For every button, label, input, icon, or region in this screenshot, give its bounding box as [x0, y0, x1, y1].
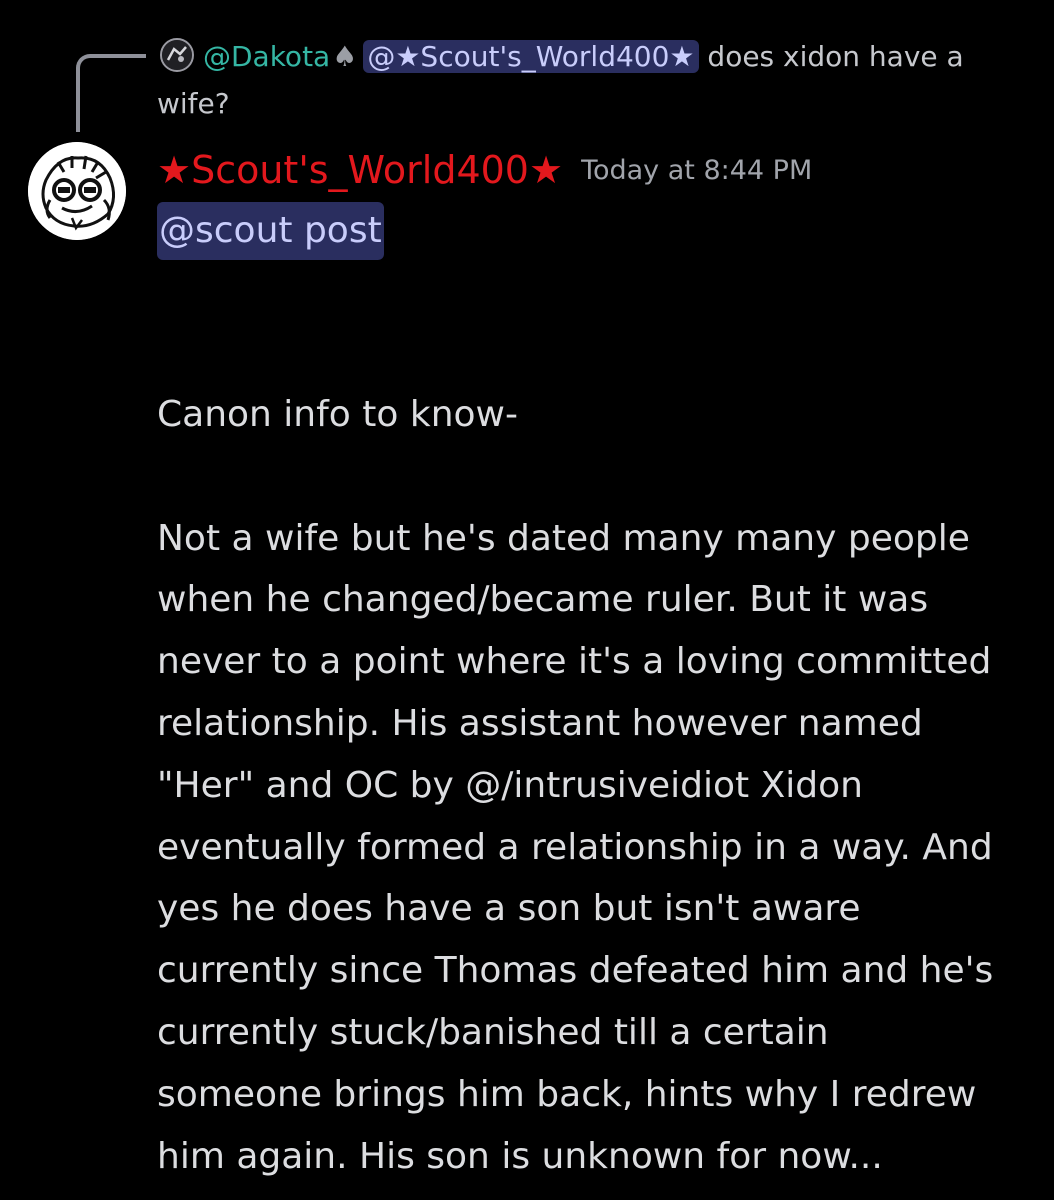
- reply-text-part1: does xidon have a: [698, 40, 964, 73]
- reply-connector-line: [76, 54, 146, 132]
- message-heading: Canon info to know-: [157, 394, 518, 435]
- author-name[interactable]: ★Scout's_World400★: [157, 148, 563, 192]
- reply-preview[interactable]: @Dakota♠ @★Scout's_World400★ does xidon h…: [157, 33, 1037, 127]
- role-mention[interactable]: @scout post: [157, 202, 384, 260]
- message-timestamp: Today at 8:44 PM: [581, 154, 813, 186]
- avatar-drawing-image: [28, 142, 126, 240]
- reply-user-mention[interactable]: @★Scout's_World400★: [363, 40, 699, 73]
- reply-author-name[interactable]: @Dakota: [203, 40, 330, 73]
- message-header: ★Scout's_World400★ Today at 8:44 PM: [157, 148, 812, 204]
- message-content: Canon info to know- Not a wife but he's …: [157, 384, 1037, 1187]
- author-avatar[interactable]: [28, 142, 126, 240]
- spade-badge-icon: ♠: [332, 40, 358, 73]
- message-body: Not a wife but he's dated many many peop…: [157, 517, 994, 1177]
- reply-text-part2: wife?: [157, 87, 230, 120]
